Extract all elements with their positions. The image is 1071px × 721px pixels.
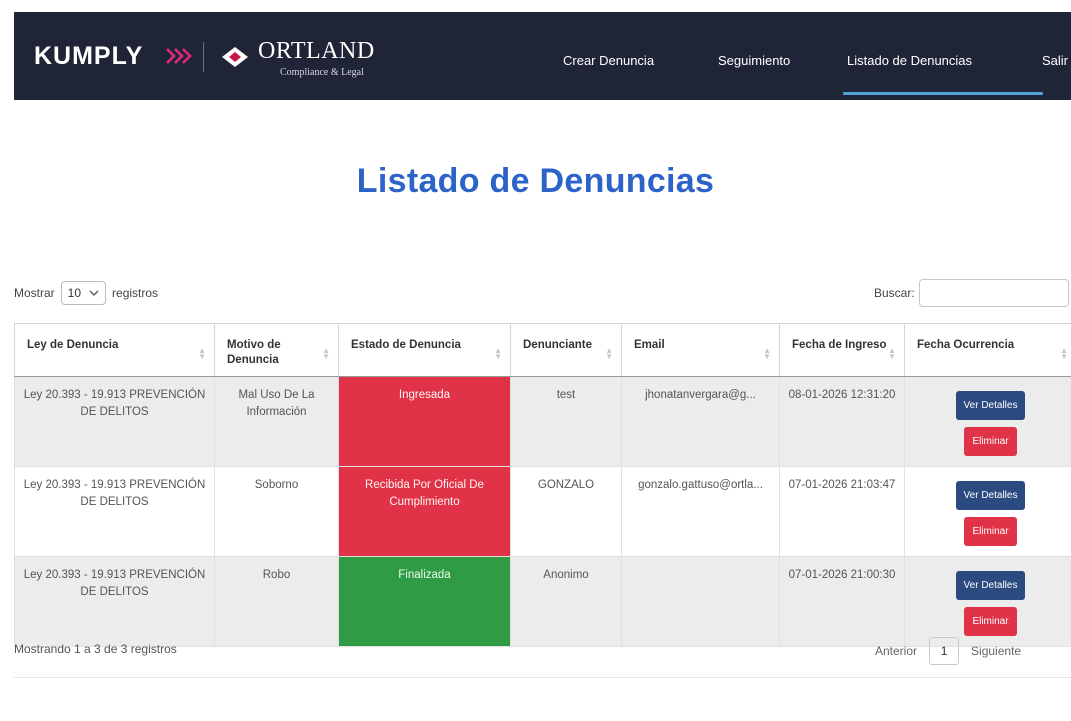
sort-icon: ▲ ▼	[605, 346, 613, 361]
eliminar-button[interactable]: Eliminar	[964, 427, 1017, 456]
sort-icon: ▲ ▼	[198, 346, 206, 361]
cell-denunciante: Anonimo	[510, 556, 622, 647]
search-label: Buscar:	[874, 286, 915, 300]
pagination: Anterior 1 Siguiente	[875, 637, 1021, 665]
table-info: Mostrando 1 a 3 de 3 registros	[14, 642, 177, 656]
column-header-fecha-ocurrencia[interactable]: Fecha Ocurrencia ▲ ▼	[904, 323, 1071, 377]
page-length-value: 10	[67, 286, 82, 300]
footer-divider	[14, 677, 1071, 678]
cell-motivo: Soborno	[214, 466, 339, 557]
cell-actions: Ver Detalles Eliminar	[904, 556, 1071, 647]
cell-ley: Ley 20.393 - 19.913 PREVENCIÓN DE DELITO…	[14, 556, 215, 647]
sort-icon: ▲ ▼	[763, 346, 771, 361]
page-length-control: Mostrar 10 registros	[14, 281, 158, 305]
search-input[interactable]	[918, 279, 1069, 307]
table-row: Ley 20.393 - 19.913 PREVENCIÓN DE DELITO…	[14, 466, 1071, 557]
nav-link-crear-denuncia[interactable]: Crear Denuncia	[563, 53, 654, 68]
chevron-down-icon	[89, 290, 99, 296]
records-label: registros	[112, 286, 159, 300]
status-badge: Ingresada	[338, 376, 511, 467]
cell-motivo: Mal Uso De La Información	[214, 376, 339, 467]
cell-email: gonzalo.gattuso@ortla...	[621, 466, 780, 557]
sort-icon: ▲ ▼	[888, 346, 896, 361]
nav-active-indicator	[843, 92, 1043, 95]
sort-icon: ▲ ▼	[1060, 346, 1068, 361]
cell-email: jhonatanvergara@g...	[621, 376, 780, 467]
page-number-button[interactable]: 1	[929, 637, 960, 665]
next-page-link[interactable]: Siguiente	[971, 644, 1021, 658]
top-navbar: KUMPLY ORTLAND Compliance & Legal Crear …	[14, 12, 1071, 100]
eliminar-button[interactable]: Eliminar	[964, 607, 1017, 636]
table-row: Ley 20.393 - 19.913 PREVENCIÓN DE DELITO…	[14, 376, 1071, 467]
denuncias-table: Ley de Denuncia ▲ ▼ Motivo de Denuncia ▲ ▼ E…	[14, 323, 1071, 647]
cell-denunciante: test	[510, 376, 622, 467]
sort-icon: ▲ ▼	[322, 346, 330, 361]
sort-icon: ▲ ▼	[494, 346, 502, 361]
ortland-logo[interactable]: ORTLAND	[258, 38, 375, 65]
ver-detalles-button[interactable]: Ver Detalles	[955, 391, 1026, 420]
ortland-diamond-icon	[222, 47, 248, 67]
column-header-motivo[interactable]: Motivo de Denuncia ▲ ▼	[214, 323, 339, 377]
kumply-logo[interactable]: KUMPLY	[34, 42, 143, 71]
search-control: Buscar:	[874, 279, 1069, 307]
nav-link-seguimiento[interactable]: Seguimiento	[718, 53, 790, 68]
brand-divider	[203, 42, 204, 72]
nav-link-listado-denuncias[interactable]: Listado de Denuncias	[847, 53, 972, 68]
cell-email	[621, 556, 780, 647]
column-header-fecha-ingreso[interactable]: Fecha de Ingreso ▲ ▼	[779, 323, 905, 377]
nav-link-salir[interactable]: Salir	[1042, 53, 1068, 68]
eliminar-button[interactable]: Eliminar	[964, 517, 1017, 546]
status-badge: Finalizada	[338, 556, 511, 647]
cell-fecha-ingreso: 08-01-2026 12:31:20	[779, 376, 905, 467]
cell-denunciante: GONZALO	[510, 466, 622, 557]
cell-ley: Ley 20.393 - 19.913 PREVENCIÓN DE DELITO…	[14, 376, 215, 467]
cell-fecha-ingreso: 07-01-2026 21:00:30	[779, 556, 905, 647]
column-header-email[interactable]: Email ▲ ▼	[621, 323, 780, 377]
cell-fecha-ingreso: 07-01-2026 21:03:47	[779, 466, 905, 557]
cell-motivo: Robo	[214, 556, 339, 647]
table-header-row: Ley de Denuncia ▲ ▼ Motivo de Denuncia ▲ ▼ E…	[14, 323, 1071, 377]
page-title: Listado de Denuncias	[356, 162, 715, 200]
ver-detalles-button[interactable]: Ver Detalles	[955, 571, 1026, 600]
cell-actions: Ver Detalles Eliminar	[904, 376, 1071, 467]
column-header-estado[interactable]: Estado de Denuncia ▲ ▼	[338, 323, 511, 377]
table-row: Ley 20.393 - 19.913 PREVENCIÓN DE DELITO…	[14, 556, 1071, 647]
ortland-tagline: Compliance & Legal	[280, 67, 364, 78]
page-length-select[interactable]: 10	[60, 281, 107, 305]
column-header-denunciante[interactable]: Denunciante ▲ ▼	[510, 323, 622, 377]
cell-actions: Ver Detalles Eliminar	[904, 466, 1071, 557]
status-badge: Recibida Por Oficial De Cumplimiento	[338, 466, 511, 557]
cell-ley: Ley 20.393 - 19.913 PREVENCIÓN DE DELITO…	[14, 466, 215, 557]
kumply-chevrons-icon	[166, 48, 192, 64]
show-label: Mostrar	[14, 286, 55, 300]
ver-detalles-button[interactable]: Ver Detalles	[955, 481, 1026, 510]
prev-page-link[interactable]: Anterior	[875, 644, 917, 658]
column-header-ley[interactable]: Ley de Denuncia ▲ ▼	[14, 323, 215, 377]
